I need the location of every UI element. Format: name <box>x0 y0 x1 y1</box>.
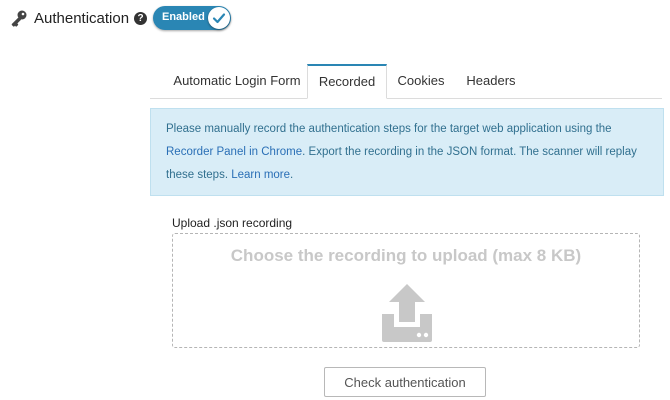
check-authentication-button[interactable]: Check authentication <box>324 367 486 397</box>
info-text: . <box>290 169 294 181</box>
upload-icon <box>376 282 438 344</box>
authentication-toggle[interactable]: Enabled <box>153 6 231 30</box>
info-text: Please manually record the authenticatio… <box>166 123 612 135</box>
page-title: Authentication <box>34 9 130 27</box>
help-icon[interactable]: ? <box>134 11 148 25</box>
checkmark-icon <box>208 7 230 29</box>
key-icon <box>10 9 28 27</box>
tab-headers[interactable]: Headers <box>458 64 524 97</box>
toggle-label: Enabled <box>162 11 205 23</box>
recorder-panel-link[interactable]: Recorder Panel in Chrome <box>166 146 302 158</box>
info-alert: Please manually record the authenticatio… <box>150 108 664 196</box>
auth-header: Authentication ? <box>10 8 148 28</box>
upload-label: Upload .json recording <box>172 216 293 230</box>
tab-cookies[interactable]: Cookies <box>390 64 452 97</box>
learn-more-link[interactable]: Learn more <box>231 169 290 181</box>
dropzone-text: Choose the recording to upload (max 8 KB… <box>230 246 582 265</box>
auth-method-tabs: Automatic Login Form Recorded Cookies He… <box>150 64 662 99</box>
tab-recorded[interactable]: Recorded <box>307 64 387 99</box>
recording-dropzone[interactable]: Choose the recording to upload (max 8 KB… <box>172 233 640 348</box>
tab-automatic-login-form[interactable]: Automatic Login Form <box>162 64 312 97</box>
